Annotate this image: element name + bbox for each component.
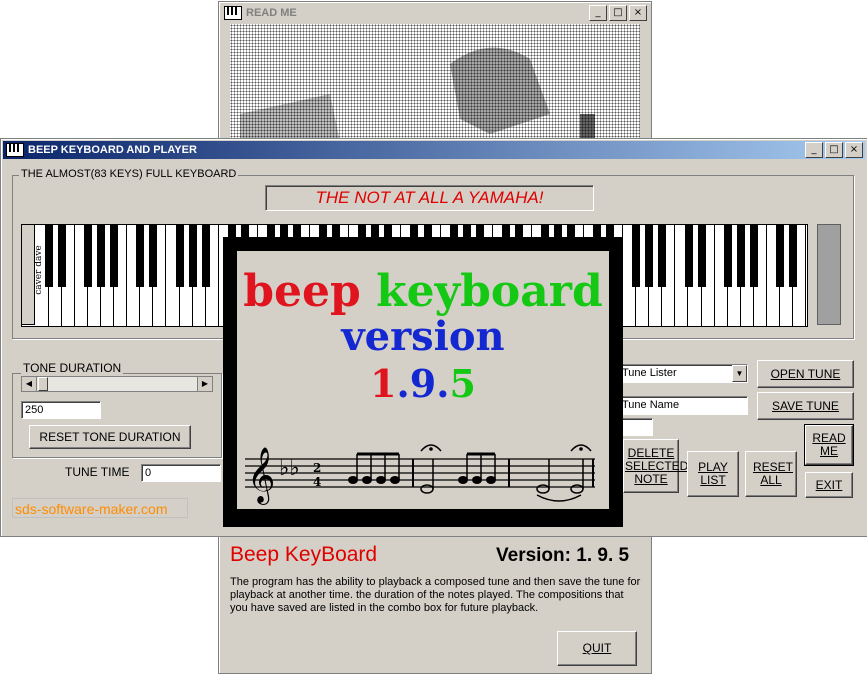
black-key[interactable] (723, 225, 732, 287)
slider-thumb[interactable] (38, 377, 48, 391)
readme-heading: Beep KeyBoard (230, 543, 378, 566)
keyboard-group-label: THE ALMOST(83 KEYS) FULL KEYBOARD (19, 168, 239, 180)
splash-word-keyboard: keyboard (376, 266, 603, 317)
black-key[interactable] (175, 225, 184, 287)
ver-dot-1: . (396, 361, 410, 406)
black-key[interactable] (110, 225, 119, 287)
black-key[interactable] (736, 225, 745, 287)
reset-tone-duration-button[interactable]: RESET TONE DURATION (29, 425, 191, 449)
tune-time-field[interactable]: 0 (141, 464, 221, 482)
play-list-label: PLAY LIST (698, 460, 728, 487)
maximize-button[interactable]: □ (609, 5, 627, 21)
black-key[interactable] (697, 225, 706, 287)
slider-left-arrow[interactable]: ◀ (22, 377, 37, 391)
close-button[interactable]: × (845, 142, 863, 158)
open-tune-button[interactable]: OPEN TUNE (757, 360, 854, 388)
black-key[interactable] (201, 225, 210, 287)
black-key[interactable] (149, 225, 158, 287)
ver-digit-3: 5 (449, 361, 476, 406)
splash-word-beep: beep (243, 266, 361, 317)
save-tune-label: SAVE TUNE (772, 398, 839, 413)
keyboard-banner: THE NOT AT ALL A YAMAHA! (265, 185, 594, 211)
black-key[interactable] (645, 225, 654, 287)
banner-text: THE NOT AT ALL A YAMAHA! (315, 188, 544, 207)
svg-text:2: 2 (313, 461, 321, 475)
black-key[interactable] (97, 225, 106, 287)
svg-text:♭♭: ♭♭ (279, 456, 300, 481)
dropdown-arrow-icon[interactable]: ▼ (732, 365, 747, 382)
tone-slider[interactable]: ◀ ▶ (21, 376, 213, 392)
slider-right-arrow[interactable]: ▶ (197, 377, 212, 391)
website-label[interactable]: sds-software-maker.com (12, 498, 188, 518)
black-key[interactable] (84, 225, 93, 287)
main-title: BEEP KEYBOARD AND PLAYER (28, 144, 197, 156)
side-label-text: caver dave (33, 245, 44, 295)
keyboard-end-block (817, 224, 841, 325)
black-key[interactable] (188, 225, 197, 287)
black-key[interactable] (45, 225, 54, 287)
tune-lister-value: Tune Lister (622, 367, 677, 379)
black-key[interactable] (136, 225, 145, 287)
reset-all-button[interactable]: RESET ALL (745, 451, 797, 497)
piano-icon (224, 6, 242, 20)
delete-selected-note-button[interactable]: DELETE SELECTED NOTE (623, 439, 689, 493)
readme-title: READ ME (246, 7, 297, 19)
readme-version: Version: 1. 9. 5 (496, 545, 630, 566)
tune-name-field[interactable]: Tune Name (618, 396, 748, 415)
black-key[interactable] (749, 225, 758, 287)
piano-icon (6, 143, 24, 157)
exit-button[interactable]: EXIT (805, 472, 853, 498)
close-button[interactable]: × (629, 5, 647, 21)
minimize-button[interactable]: _ (589, 5, 607, 21)
tone-duration-label: TONE DURATION (21, 361, 124, 375)
play-list-button[interactable]: PLAY LIST (687, 451, 739, 497)
read-me-label: READ ME (812, 431, 846, 458)
readme-titlebar[interactable]: READ ME _ □ × (221, 4, 649, 22)
svg-text:4: 4 (313, 475, 321, 489)
ver-digit-1: 1 (370, 361, 397, 406)
music-staff-icon: 𝄞 ♭♭ 2 4 (245, 444, 595, 505)
black-key[interactable] (775, 225, 784, 287)
quit-label: QUIT (582, 641, 612, 655)
tune-lister-combo[interactable]: Tune Lister ▼ (618, 364, 748, 383)
black-key[interactable] (684, 225, 693, 287)
maximize-button[interactable]: □ (825, 142, 843, 158)
save-tune-button[interactable]: SAVE TUNE (757, 392, 854, 420)
splash-panel: beep keyboard version 1.9.5 𝄞 ♭♭ 2 4 (237, 251, 609, 509)
minimize-button[interactable]: _ (805, 142, 823, 158)
dither-shapes (230, 24, 640, 142)
open-tune-label: OPEN TUNE (770, 366, 841, 381)
black-key[interactable] (788, 225, 797, 287)
ver-digit-2: 9 (409, 361, 437, 406)
readme-description: The program has the ability to playback … (230, 576, 641, 614)
ver-dot-2: . (436, 361, 450, 406)
black-key[interactable] (658, 225, 667, 287)
quit-button[interactable]: QUIT (557, 631, 637, 666)
small-field[interactable] (618, 418, 653, 436)
tone-duration-field[interactable]: 250 (21, 401, 101, 419)
splash-title-line: beep keyboard (237, 269, 609, 315)
black-key[interactable] (632, 225, 641, 287)
delete-label: DELETE SELECTED NOTE (625, 445, 689, 486)
reset-all-label: RESET ALL (753, 460, 794, 487)
reset-tone-label: RESET TONE DURATION (39, 429, 181, 444)
splash-screen: beep keyboard version 1.9.5 𝄞 ♭♭ 2 4 (223, 237, 623, 527)
read-me-button[interactable]: READ ME (804, 424, 854, 466)
svg-text:𝄞: 𝄞 (247, 447, 275, 505)
keyboard-side-label: caver dave (21, 224, 44, 325)
main-titlebar[interactable]: BEEP KEYBOARD AND PLAYER _ □ × (3, 141, 865, 159)
splash-version-word: version (341, 313, 505, 360)
splash-version-number: 1.9.5 (237, 363, 609, 405)
tune-time-label: TUNE TIME (65, 465, 130, 479)
black-key[interactable] (58, 225, 67, 287)
readme-picture (230, 24, 640, 142)
exit-label: EXIT (815, 477, 843, 492)
